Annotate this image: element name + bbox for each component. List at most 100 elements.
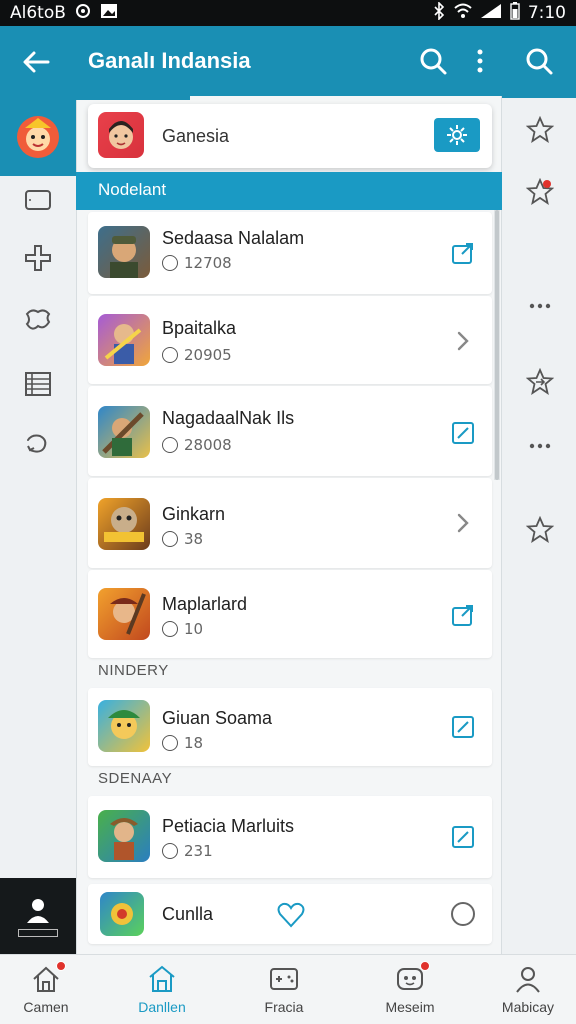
nav-item-profile[interactable]: Mabicay [478, 955, 576, 1024]
rail-item-puzzle[interactable] [22, 304, 54, 336]
share-edit-button[interactable] [450, 240, 476, 266]
search-icon [420, 48, 447, 75]
list-item[interactable]: NagadaalNak Ils 28008 [88, 386, 492, 476]
more-options-button[interactable] [470, 46, 490, 78]
mascot-avatar-icon [17, 116, 59, 158]
item-meta: 20905 [162, 346, 232, 364]
game-thumbnail [98, 314, 150, 366]
gear-icon [447, 125, 467, 145]
profile-tile[interactable] [0, 878, 76, 954]
more-horizontal-icon [529, 443, 551, 449]
game-thumbnail [98, 406, 150, 458]
plus-icon [25, 245, 51, 271]
game-thumbnail [98, 498, 150, 550]
warrior-character-icon [102, 412, 144, 456]
mascot-icon [394, 961, 430, 995]
nav-label: Meseim [385, 999, 435, 1015]
list-item[interactable]: Petiacia Marluits 231 [88, 796, 492, 878]
list-item[interactable]: Maplarlard 10 [88, 570, 492, 658]
item-count: 38 [184, 530, 204, 548]
open-button[interactable] [450, 510, 476, 536]
select-radio[interactable] [450, 901, 476, 927]
item-meta: 28008 [162, 436, 232, 454]
selected-game-card[interactable]: Ganesia [88, 104, 492, 168]
favorite-button-2[interactable] [525, 515, 556, 546]
nav-item-games[interactable]: Fracia [234, 955, 334, 1024]
edit-button[interactable] [450, 420, 476, 446]
list-item[interactable]: Sedaasa Nalalam 12708 [88, 212, 492, 294]
bluetooth-icon [432, 0, 446, 25]
rail-item-tablet[interactable] [22, 184, 54, 216]
search-button-secondary[interactable] [524, 46, 556, 78]
alert-icon [162, 735, 178, 751]
cartoon-character-icon [108, 710, 140, 739]
wifi-icon [454, 3, 472, 24]
back-button[interactable] [18, 44, 54, 80]
item-meta: 18 [162, 734, 203, 752]
controller-icon [268, 963, 300, 995]
game-thumbnail [98, 226, 150, 278]
star-outline-icon [525, 515, 555, 543]
nav-item-store[interactable]: Danllen [112, 955, 212, 1024]
list-item[interactable]: Giuan Soama 18 [88, 688, 492, 766]
tablet-icon [25, 190, 51, 210]
status-carrier-text: Al6toВ [10, 3, 66, 23]
alert-icon [162, 621, 178, 637]
rail-item-add[interactable] [22, 242, 54, 274]
app-bar: Ganalı Indansia [0, 26, 576, 98]
scrollbar-thumb[interactable] [495, 210, 499, 480]
creature-character-icon [104, 507, 144, 542]
panel-accent [76, 96, 190, 100]
item-count: 20905 [184, 346, 232, 364]
game-thumbnail [98, 700, 150, 752]
favorite-button[interactable] [525, 115, 556, 146]
more-horizontal-button-2[interactable] [526, 432, 556, 462]
open-button[interactable] [450, 328, 476, 354]
rail-avatar[interactable] [0, 98, 76, 176]
edit-icon [452, 826, 474, 848]
list-item[interactable]: Cunlla [88, 884, 492, 944]
clock-icon [162, 255, 178, 271]
clock-icon [162, 437, 178, 453]
list-item[interactable]: Ginkarn 38 [88, 478, 492, 568]
rail-item-refresh[interactable] [22, 428, 54, 460]
section-header: Nodelant [76, 172, 502, 210]
rail-item-list[interactable] [22, 368, 54, 400]
edit-share-icon [452, 605, 473, 626]
chevron-right-icon [457, 331, 469, 351]
list-grid-icon [25, 372, 51, 396]
like-button[interactable] [276, 900, 306, 930]
share-edit-button[interactable] [450, 602, 476, 628]
edit-button[interactable] [450, 824, 476, 850]
nav-item-messages[interactable]: Meseim [360, 955, 460, 1024]
search-button[interactable] [418, 46, 450, 78]
edit-share-icon [452, 243, 473, 264]
item-title: Giuan Soama [162, 708, 273, 728]
star-arrow-button[interactable] [525, 367, 556, 398]
nav-label: Camen [23, 999, 69, 1015]
pirate-character-icon [110, 593, 146, 635]
game-avatar [98, 112, 144, 158]
game-thumbnail [98, 810, 150, 862]
item-count: 18 [184, 734, 204, 752]
nav-label: Danllen [138, 999, 186, 1015]
nav-item-home[interactable]: Camen [0, 955, 96, 1024]
nav-label: Mabicay [501, 999, 555, 1015]
puzzle-icon [25, 309, 51, 330]
item-count: 12708 [184, 254, 232, 272]
list-item[interactable]: Bpaitalka 20905 [88, 296, 492, 384]
settings-action-button[interactable] [434, 118, 480, 152]
arrow-left-icon [23, 51, 50, 73]
adventurer-character-icon [110, 818, 138, 860]
nav-label: Fracia [264, 999, 304, 1015]
hero-character-icon [104, 324, 142, 364]
more-horizontal-button[interactable] [526, 292, 556, 322]
refresh-curl-icon [27, 434, 47, 453]
star-arrow-icon [525, 367, 555, 395]
more-vertical-icon [477, 49, 483, 73]
edit-icon [452, 716, 474, 738]
soldier-character-icon [110, 236, 138, 278]
favorite-badge-button[interactable] [525, 177, 556, 208]
character-face-icon [109, 121, 133, 149]
edit-button[interactable] [450, 714, 476, 740]
